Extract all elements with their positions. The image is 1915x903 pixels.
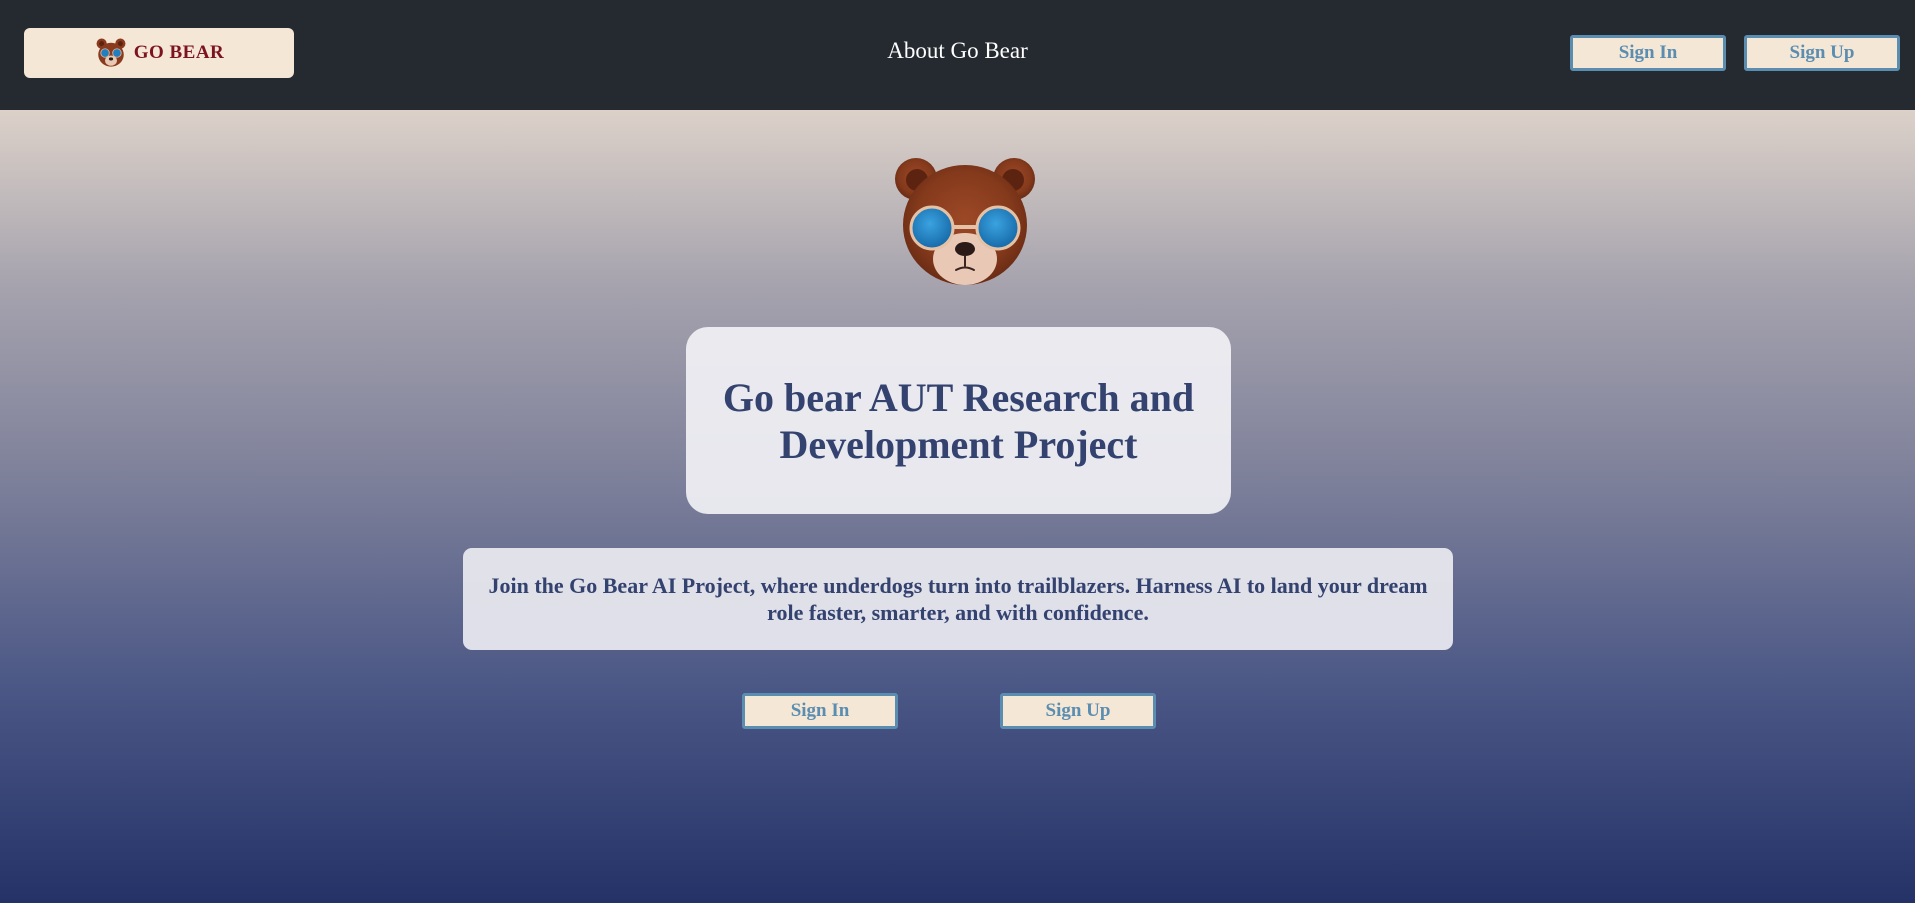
hero-sign-in-button[interactable]: Sign In <box>742 693 898 729</box>
description-text: Join the Go Bear AI Project, where under… <box>488 573 1428 625</box>
title-card: Go bear AUT Research and Development Pro… <box>686 327 1231 514</box>
page-title: Go bear AUT Research and Development Pro… <box>722 374 1195 467</box>
header-sign-in-button[interactable]: Sign In <box>1570 35 1726 71</box>
bear-mascot-icon <box>895 158 1035 285</box>
page: GO BEAR About Go Bear Sign In Sign Up Go… <box>0 0 1915 903</box>
about-go-bear-link[interactable]: About Go Bear <box>887 38 1028 63</box>
logo-button[interactable]: GO BEAR <box>24 28 294 78</box>
top-navbar: GO BEAR About Go Bear Sign In Sign Up <box>0 0 1915 110</box>
bear-logo-icon <box>96 38 126 67</box>
description-card: Join the Go Bear AI Project, where under… <box>463 548 1453 650</box>
logo-text: GO BEAR <box>133 42 225 63</box>
hero-sign-up-button[interactable]: Sign Up <box>1000 693 1156 729</box>
header-sign-up-button[interactable]: Sign Up <box>1744 35 1900 71</box>
